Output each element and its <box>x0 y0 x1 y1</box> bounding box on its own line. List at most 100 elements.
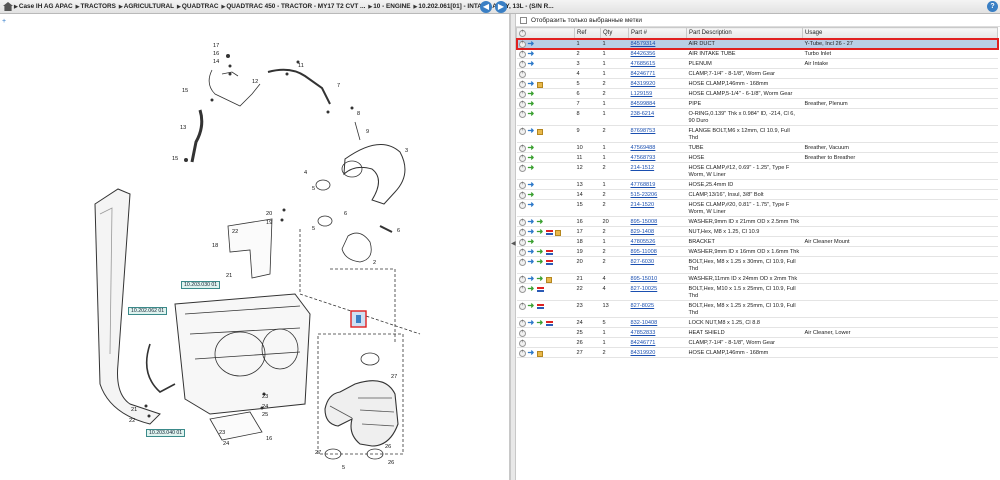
table-row[interactable]: ➜ 12 2 214-1512 HOSE CLAMP,#12, 0.69" - 1.25… <box>516 162 998 180</box>
add-to-list-icon[interactable] <box>518 90 526 98</box>
diagram-callout[interactable]: 10.202.062 01 <box>128 307 168 315</box>
table-row[interactable]: ➜ 8 1 238-6214 O-RING,0.139" Thk x 0.984" ID… <box>516 108 998 126</box>
part-number-link[interactable]: 47768819 <box>631 182 656 188</box>
breadcrumb-item[interactable]: ▶TRACTORS <box>76 3 116 10</box>
table-row[interactable]: ➜ 1 1 84579314 AIR DUCT Y-Tube, Incl 26 - 27 <box>515 37 999 50</box>
add-to-list-icon[interactable] <box>518 50 526 58</box>
navigate-icon[interactable]: ➜ <box>528 191 535 199</box>
flag-icon[interactable] <box>536 287 544 292</box>
table-row[interactable]: 25 1 47852833 HEAT SHIELD Air Cleaner, Lower <box>516 327 998 338</box>
kit-box-icon[interactable] <box>536 129 543 135</box>
flag-icon[interactable] <box>545 250 553 255</box>
table-row[interactable]: ➜ 3 1 47685615 PLENUM Air Intake <box>516 58 998 69</box>
part-number-link[interactable]: 214-1520 <box>631 202 655 208</box>
info-icon[interactable]: ➜ <box>528 80 535 88</box>
select-all-header[interactable] <box>516 27 575 39</box>
table-row[interactable]: ➜ 23 13 827-8025 BOLT,Hex, M8 x 1.25 x 25mm,… <box>516 300 998 318</box>
add-to-list-icon[interactable] <box>518 127 526 135</box>
add-to-list-icon[interactable] <box>518 248 526 256</box>
table-row[interactable]: 26 1 84246771 CLAMP,7-1/4" - 8-1/8", Worm G… <box>516 337 998 348</box>
part-number-link[interactable]: 84426356 <box>631 51 656 57</box>
breadcrumb-item[interactable]: ▶QUADTRAC 450 - TRACTOR - MY17 T2 CVT ..… <box>221 3 365 10</box>
flag-icon[interactable] <box>545 260 553 265</box>
part-number-link[interactable]: 829-1408 <box>631 229 655 235</box>
expand-icon[interactable] <box>519 29 526 37</box>
add-to-list-icon[interactable] <box>518 275 526 283</box>
table-row[interactable]: ➜➜1620895-15008WASHER,9mm ID x 21mm OD x… <box>516 216 998 227</box>
add-to-list-icon[interactable] <box>518 154 526 162</box>
add-to-list-icon[interactable] <box>518 181 526 189</box>
part-number-link[interactable]: 827-6030 <box>631 259 655 265</box>
table-row[interactable]: ➜ 22 4 827-10025 BOLT,Hex, M10 x 1.5 x 25mm,… <box>516 283 998 301</box>
part-number-link[interactable]: 47568793 <box>631 155 656 161</box>
part-number-link[interactable]: L129159 <box>631 91 653 97</box>
add-to-list-icon[interactable] <box>518 329 526 337</box>
info-icon[interactable]: ➜ <box>528 201 535 209</box>
add-to-list-icon[interactable] <box>518 40 526 48</box>
table-row[interactable]: ➜ 13 1 47768819 HOSE,25.4mm ID <box>516 179 998 190</box>
breadcrumb-item[interactable]: ▶AGRICULTURAL <box>119 3 174 10</box>
table-row[interactable]: ➜ 10 1 47569488 TUBE Breather, Vacuum <box>516 142 998 153</box>
help-icon[interactable]: ? <box>987 1 998 12</box>
navigate-icon[interactable]: ➜ <box>537 275 544 283</box>
info-icon[interactable]: ➜ <box>528 218 535 226</box>
part-number-link[interactable]: 238-6214 <box>631 111 655 117</box>
diagram-callout[interactable]: 10.203.040 01 <box>146 429 186 437</box>
info-icon[interactable]: ➜ <box>528 181 535 189</box>
flag-icon[interactable] <box>545 230 553 235</box>
navigate-icon[interactable]: ➜ <box>537 248 544 256</box>
add-to-list-icon[interactable] <box>518 258 526 266</box>
table-row[interactable]: ➜ 2 1 84426356 AIR INTAKE TUBE Turbo Inlet <box>516 48 998 59</box>
part-number-link[interactable]: 832-10408 <box>631 320 658 326</box>
add-to-list-icon[interactable] <box>518 164 526 172</box>
zoom-icon[interactable]: + <box>2 18 8 26</box>
add-to-list-icon[interactable] <box>518 60 526 68</box>
add-to-list-icon[interactable] <box>518 110 526 118</box>
part-number-link[interactable]: 84319920 <box>631 350 656 356</box>
table-row[interactable]: ➜ 27 2 84319920 HOSE CLAMP,146mm - 168mm <box>516 347 998 358</box>
add-to-list-icon[interactable] <box>518 339 526 347</box>
info-icon[interactable]: ➜ <box>528 258 535 266</box>
info-icon[interactable]: ➜ <box>528 248 535 256</box>
add-to-list-icon[interactable] <box>518 80 526 88</box>
filter-selected-only[interactable]: Отобразить только выбранные метки <box>516 14 1000 27</box>
add-to-list-icon[interactable] <box>518 228 526 236</box>
table-row[interactable]: ➜ 15 2 214-1520 HOSE CLAMP,#20, 0.81" - 1.75… <box>516 199 998 217</box>
part-number-link[interactable]: 47852833 <box>631 330 656 336</box>
table-row[interactable]: ➜➜172829-1408NUT,Hex, M8 x 1.25, Cl 10.9 <box>516 226 998 237</box>
table-row[interactable]: ➜ 14 2 515-23206 CLAMP,13/16", Insul, 3/8" B… <box>516 189 998 200</box>
column-header-usage[interactable]: Usage <box>802 27 998 39</box>
flag-icon[interactable] <box>545 321 553 326</box>
navigate-icon[interactable]: ➜ <box>528 100 535 108</box>
part-number-link[interactable]: 827-10025 <box>631 286 658 292</box>
add-to-list-icon[interactable] <box>518 319 526 327</box>
add-to-list-icon[interactable] <box>518 218 526 226</box>
navigate-icon[interactable]: ➜ <box>528 154 535 162</box>
part-number-link[interactable]: 84579314 <box>631 41 656 47</box>
breadcrumb-item[interactable]: ▶Case IH AG APAC <box>14 3 73 10</box>
part-number-link[interactable]: 84246771 <box>631 340 656 346</box>
table-row[interactable]: ➜ 9 2 87698753 FLANGE BOLT,M6 x 12mm, Cl 10.… <box>516 125 998 143</box>
navigate-icon[interactable]: ➜ <box>537 258 544 266</box>
navigate-icon[interactable]: ➜ <box>528 238 535 246</box>
info-icon[interactable]: ➜ <box>528 50 535 58</box>
part-number-link[interactable]: 47569488 <box>631 145 656 151</box>
part-number-link[interactable]: 827-8025 <box>631 303 655 309</box>
navigate-icon[interactable]: ➜ <box>528 144 535 152</box>
add-to-list-icon[interactable] <box>518 238 526 246</box>
table-row[interactable]: 4 1 84246771 CLAMP,7-1/4" - 8-1/8", Worm Ge… <box>516 68 998 79</box>
kit-box-icon[interactable] <box>545 277 552 283</box>
add-to-list-icon[interactable] <box>518 285 526 293</box>
add-to-list-icon[interactable] <box>518 144 526 152</box>
table-row[interactable]: ➜➜245832-10408LOCK NUT,M8 x 1.25, Cl 8.8 <box>516 317 998 328</box>
navigate-icon[interactable]: ➜ <box>537 218 544 226</box>
kit-box-icon[interactable] <box>554 230 561 236</box>
flag-icon[interactable] <box>536 304 544 309</box>
diagram-callout[interactable]: 10.203.030 01 <box>181 281 221 289</box>
info-icon[interactable]: ➜ <box>528 40 535 48</box>
navigate-icon[interactable]: ➜ <box>537 319 544 327</box>
add-to-list-icon[interactable] <box>518 70 526 78</box>
part-number-link[interactable]: 895-15010 <box>631 276 658 282</box>
add-to-list-icon[interactable] <box>518 191 526 199</box>
part-number-link[interactable]: 84599884 <box>631 101 656 107</box>
